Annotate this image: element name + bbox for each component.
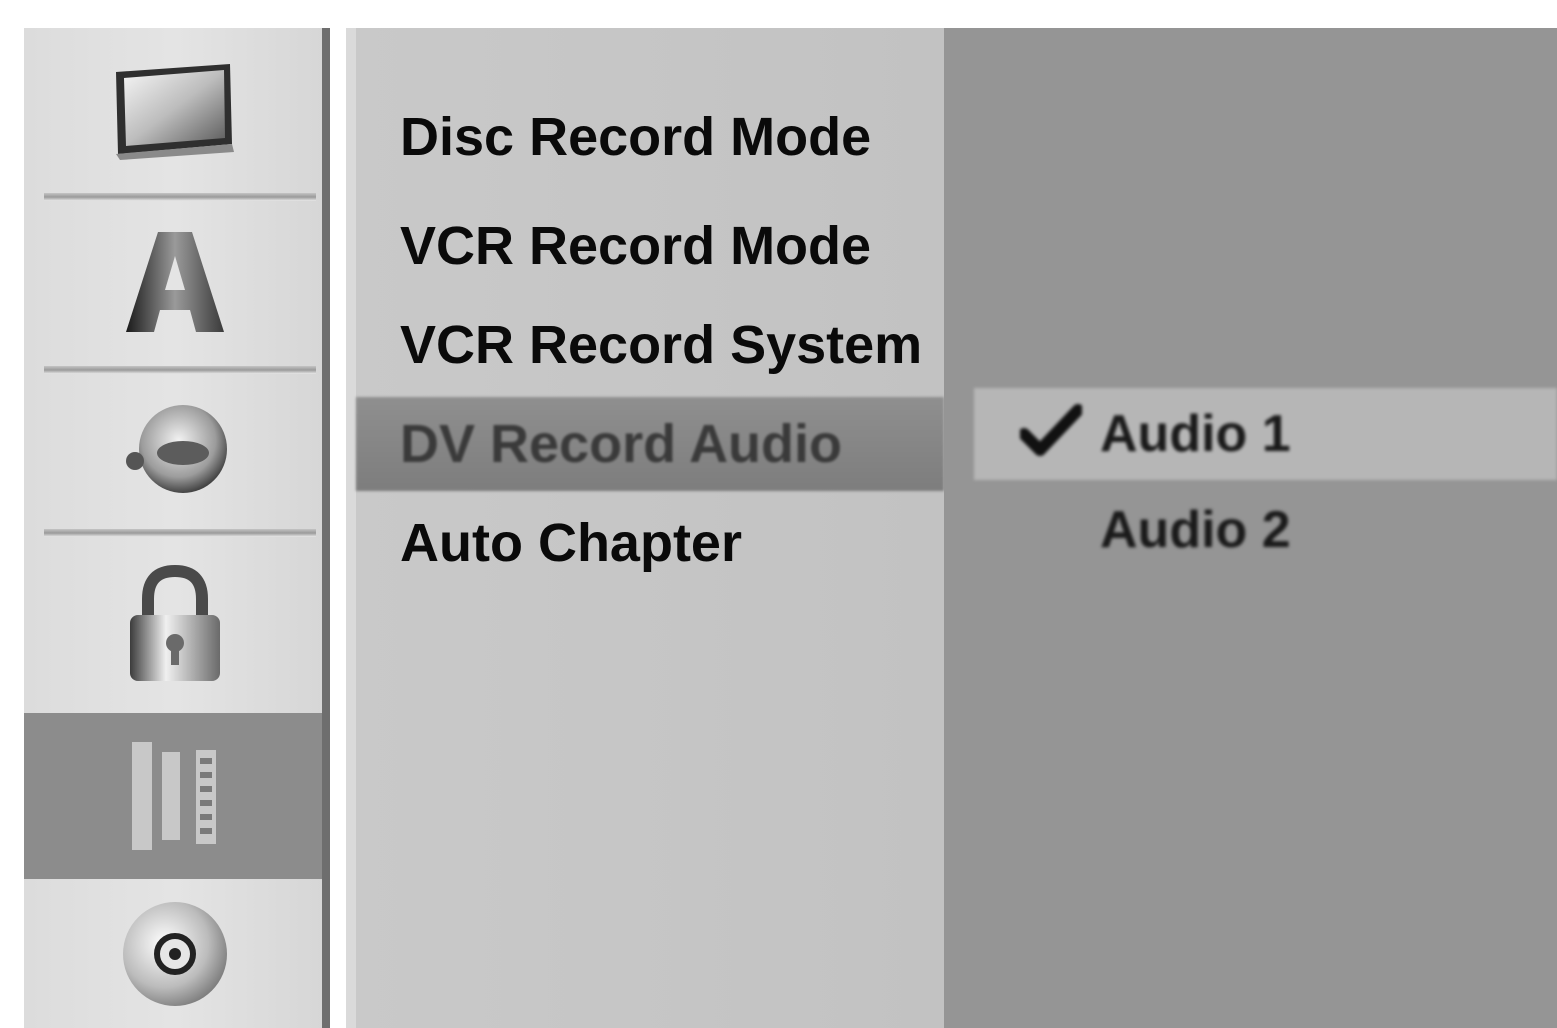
- audio-speaker-icon: [126, 404, 227, 493]
- recording-film-icon: [132, 742, 216, 850]
- menu-item-vcr-record-mode[interactable]: VCR Record Mode: [356, 199, 944, 293]
- option-label: Audio 1: [1100, 405, 1291, 463]
- menu-item-label: VCR Record Mode: [400, 216, 872, 276]
- sidebar-item-recording[interactable]: [24, 713, 326, 879]
- sidebar-item-general[interactable]: [24, 28, 326, 193]
- setup-category-sidebar: [24, 28, 326, 1028]
- menu-item-dv-record-audio[interactable]: DV Record Audio: [356, 397, 944, 491]
- sidebar-item-lock[interactable]: [24, 537, 326, 713]
- language-a-icon: [126, 231, 224, 332]
- option-audio-2[interactable]: Audio 2: [974, 484, 1557, 576]
- sidebar-edge: [322, 28, 330, 1028]
- checkmark-icon: [1020, 404, 1082, 456]
- menu-item-label: VCR Record System: [400, 315, 923, 375]
- menu-item-label: Disc Record Mode: [400, 107, 872, 167]
- menu-item-label: DV Record Audio: [400, 414, 843, 474]
- menu-item-auto-chapter[interactable]: Auto Chapter: [356, 496, 944, 590]
- option-audio-1[interactable]: Audio 1: [974, 388, 1557, 480]
- option-label: Audio 2: [1100, 501, 1291, 559]
- sidebar-divider: [44, 193, 316, 201]
- dv-record-audio-options: Audio 1 Audio 2: [944, 28, 1557, 1028]
- sidebar-item-language[interactable]: [24, 201, 326, 366]
- disc-icon: [123, 901, 227, 1006]
- tv-icon: [116, 63, 234, 160]
- recording-settings-menu: Disc Record Mode VCR Record Mode VCR Rec…: [346, 28, 944, 1028]
- sidebar-divider: [44, 529, 316, 537]
- sidebar-item-audio[interactable]: [24, 374, 326, 529]
- menu-item-label: Auto Chapter: [400, 513, 742, 573]
- sidebar-divider: [44, 366, 316, 374]
- lock-icon: [130, 565, 220, 681]
- menu-item-disc-record-mode[interactable]: Disc Record Mode: [356, 90, 944, 184]
- sidebar-item-disc[interactable]: [24, 879, 326, 1028]
- menu-item-vcr-record-system[interactable]: VCR Record System: [356, 298, 944, 392]
